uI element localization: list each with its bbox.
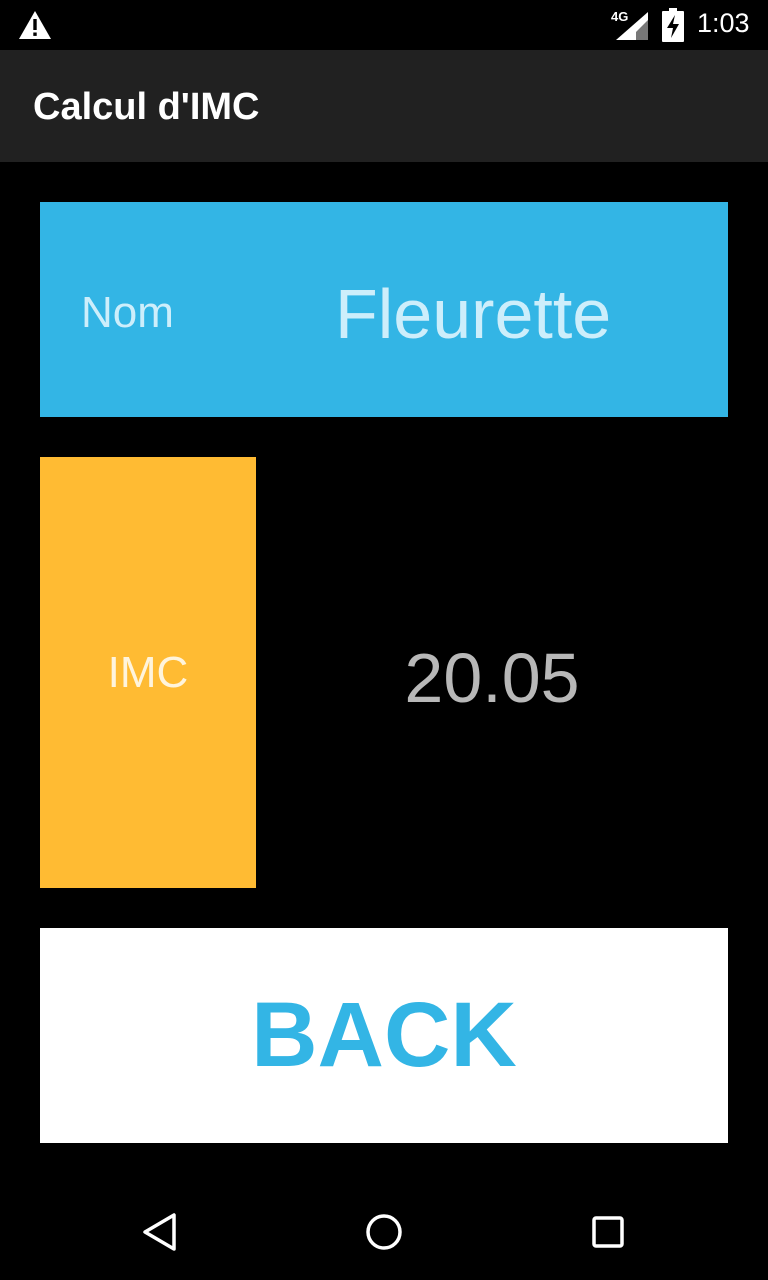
clock: 1:03 (697, 8, 750, 38)
status-bar: 4G 1:03 (0, 0, 768, 50)
imc-label: IMC (107, 647, 189, 697)
action-bar: Calcul d'IMC (0, 50, 768, 162)
name-label: Nom (81, 288, 174, 337)
imc-value: 20.05 (404, 639, 580, 717)
warning-icon (19, 11, 51, 39)
battery-charging-icon (662, 8, 684, 42)
name-value: Fleurette (335, 275, 612, 353)
app-title: Calcul d'IMC (33, 86, 260, 128)
navigation-bar (0, 1182, 768, 1280)
back-button-label: BACK (251, 984, 517, 1086)
screen: 4G 1:03 Calcul d'IMC Nom Fleurette IMC 2… (0, 0, 768, 1280)
back-icon[interactable] (138, 1210, 182, 1254)
name-card: Nom Fleurette (40, 202, 728, 417)
back-button[interactable]: BACK (40, 928, 728, 1143)
home-icon[interactable] (362, 1210, 406, 1254)
recents-icon[interactable] (586, 1210, 630, 1254)
signal-icon (616, 12, 648, 40)
imc-label-box: IMC (40, 457, 256, 888)
